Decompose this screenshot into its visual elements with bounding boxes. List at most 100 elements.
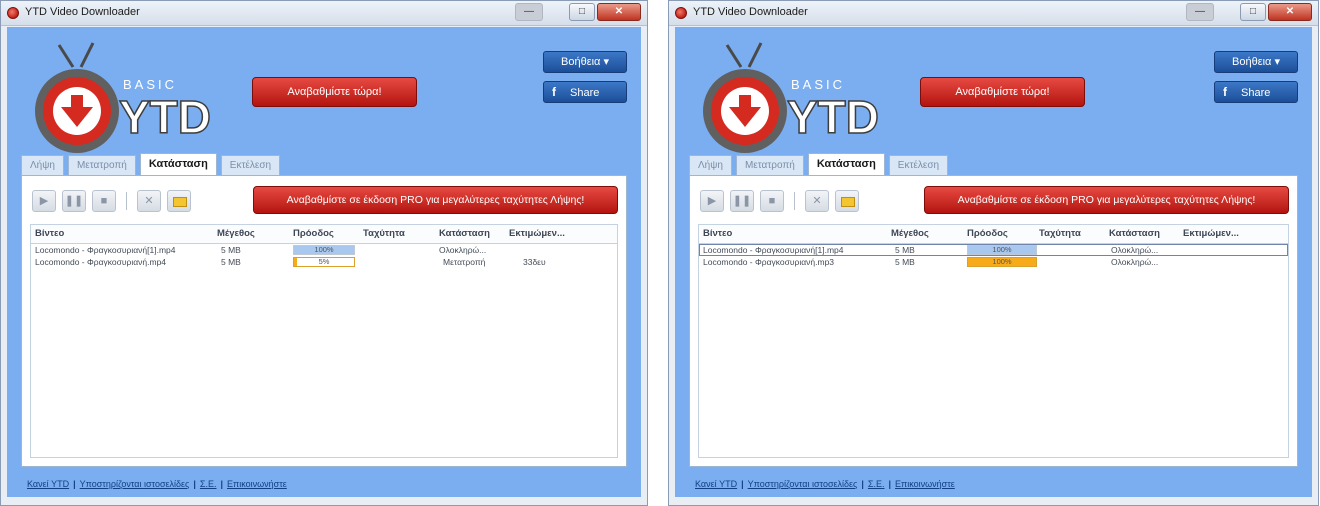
ytd-window-left: YTD Video Downloader — □ ✕ BASIC YTD Ανα… xyxy=(0,0,648,506)
ytd-window-right: YTD Video Downloader — □ ✕ BASIC YTD Ανα… xyxy=(668,0,1319,506)
upgrade-now-button[interactable]: Αναβαθμίστε τώρα! xyxy=(920,77,1085,107)
tab-run[interactable]: Εκτέλεση xyxy=(220,155,281,176)
footer-link-supported-sites[interactable]: Υποστηρίζονται ιστοσελίδες xyxy=(80,479,190,489)
minimize-button[interactable]: — xyxy=(515,3,543,21)
delete-button[interactable]: ✕ xyxy=(137,190,161,212)
pause-button[interactable]: ❚❚ xyxy=(62,190,86,212)
column-speed[interactable]: Ταχύτητα xyxy=(363,228,405,239)
row-status: Ολοκληρώ... xyxy=(439,245,487,255)
svg-text:BASIC: BASIC xyxy=(123,77,177,92)
stop-button[interactable]: ■ xyxy=(760,190,784,212)
column-eta[interactable]: Εκτιμώμεν... xyxy=(509,228,565,239)
downloads-table: Βίντεο Μέγεθος Πρόοδος Ταχύτητα Κατάστασ… xyxy=(698,224,1289,458)
svg-text:YTD: YTD xyxy=(787,91,879,143)
footer-links: Κανεί YTD | Υποστηρίζονται ιστοσελίδες | Σ.Ε… xyxy=(27,479,287,489)
table-row[interactable]: Locomondo - Φραγκοσυριανή.mp3 5 MB 100% … xyxy=(699,256,1288,268)
downloads-table: Βίντεο Μέγεθος Πρόοδος Ταχύτητα Κατάστασ… xyxy=(30,224,618,458)
facebook-icon: f xyxy=(1223,85,1227,99)
footer-link-contact[interactable]: Επικοινωνήστε xyxy=(227,479,287,489)
ytd-logo: BASIC YTD xyxy=(703,42,880,153)
upgrade-now-button[interactable]: Αναβαθμίστε τώρα! xyxy=(252,77,417,107)
svg-text:YTD: YTD xyxy=(119,91,211,143)
app-icon xyxy=(675,7,687,19)
folder-icon[interactable] xyxy=(167,190,191,212)
column-progress[interactable]: Πρόοδος xyxy=(967,228,1008,239)
footer-link-about[interactable]: Κανεί YTD xyxy=(27,479,69,489)
table-header: Βίντεο Μέγεθος Πρόοδος Ταχύτητα Κατάστασ… xyxy=(31,225,617,244)
title-bar[interactable]: YTD Video Downloader — □ ✕ xyxy=(1,1,647,26)
close-button[interactable]: ✕ xyxy=(1268,3,1312,21)
table-row[interactable]: Locomondo - Φραγκοσυριανή[1].mp4 5 MB 10… xyxy=(699,244,1288,256)
toolbar: ▶ ❚❚ ■ ✕ xyxy=(700,188,859,214)
delete-button[interactable]: ✕ xyxy=(805,190,829,212)
row-size: 5 MB xyxy=(895,257,915,267)
play-button[interactable]: ▶ xyxy=(700,190,724,212)
tab-convert[interactable]: Μετατροπή xyxy=(735,155,804,176)
app-icon xyxy=(7,7,19,19)
close-button[interactable]: ✕ xyxy=(597,3,641,21)
table-row[interactable]: Locomondo - Φραγκοσυριανή[1].mp4 5 MB 10… xyxy=(31,244,617,256)
status-panel: ▶ ❚❚ ■ ✕ Αναβαθμίστε σε έκδοση PRO για μ… xyxy=(21,175,627,467)
help-button[interactable]: Βοήθεια ▾ xyxy=(1214,51,1298,73)
row-size: 5 MB xyxy=(221,257,241,267)
tab-download[interactable]: Λήψη xyxy=(689,155,732,176)
column-size[interactable]: Μέγεθος xyxy=(217,228,255,239)
footer-link-faq[interactable]: Σ.Ε. xyxy=(200,479,217,489)
progress-bar: 5% xyxy=(293,257,355,267)
stop-button[interactable]: ■ xyxy=(92,190,116,212)
toolbar-divider xyxy=(126,192,127,210)
pause-button[interactable]: ❚❚ xyxy=(730,190,754,212)
status-panel: ▶ ❚❚ ■ ✕ Αναβαθμίστε σε έκδοση PRO για μ… xyxy=(689,175,1298,467)
row-size: 5 MB xyxy=(221,245,241,255)
tab-bar: Λήψη Μετατροπή Κατάσταση Εκτέλεση xyxy=(689,153,949,176)
progress-bar: 100% xyxy=(967,245,1037,255)
tab-bar: Λήψη Μετατροπή Κατάσταση Εκτέλεση xyxy=(21,153,281,176)
row-video: Locomondo - Φραγκοσυριανή.mp4 xyxy=(35,257,167,267)
row-video: Locomondo - Φραγκοσυριανή[1].mp4 xyxy=(35,245,176,255)
upgrade-pro-button[interactable]: Αναβαθμίστε σε έκδοση PRO για μεγαλύτερε… xyxy=(253,186,618,214)
help-button[interactable]: Βοήθεια ▾ xyxy=(543,51,627,73)
ytd-logo: BASIC YTD xyxy=(35,42,212,153)
maximize-button[interactable]: □ xyxy=(1240,3,1266,21)
folder-icon[interactable] xyxy=(835,190,859,212)
column-speed[interactable]: Ταχύτητα xyxy=(1039,228,1081,239)
column-size[interactable]: Μέγεθος xyxy=(891,228,929,239)
row-eta: 33δευ xyxy=(523,257,546,267)
progress-text: 100% xyxy=(992,245,1012,254)
tab-download[interactable]: Λήψη xyxy=(21,155,64,176)
footer-link-faq[interactable]: Σ.Ε. xyxy=(868,479,885,489)
tab-convert[interactable]: Μετατροπή xyxy=(67,155,136,176)
footer-link-about[interactable]: Κανεί YTD xyxy=(695,479,737,489)
column-progress[interactable]: Πρόοδος xyxy=(293,228,334,239)
column-video[interactable]: Βίντεο xyxy=(35,228,64,239)
footer-link-contact[interactable]: Επικοινωνήστε xyxy=(895,479,955,489)
progress-text: 100% xyxy=(314,245,334,254)
maximize-button[interactable]: □ xyxy=(569,3,595,21)
progress-text: 100% xyxy=(992,257,1012,266)
column-status[interactable]: Κατάσταση xyxy=(1109,228,1160,239)
toolbar: ▶ ❚❚ ■ ✕ xyxy=(32,188,191,214)
facebook-share-button[interactable]: f Share xyxy=(1214,81,1298,103)
svg-text:BASIC: BASIC xyxy=(791,77,845,92)
minimize-button[interactable]: — xyxy=(1186,3,1214,21)
toolbar-divider xyxy=(794,192,795,210)
window-title: YTD Video Downloader xyxy=(693,6,808,18)
column-video[interactable]: Βίντεο xyxy=(703,228,732,239)
table-row[interactable]: Locomondo - Φραγκοσυριανή.mp4 5 MB 5% Με… xyxy=(31,256,617,268)
row-size: 5 MB xyxy=(895,245,915,255)
progress-bar: 100% xyxy=(967,257,1037,267)
tab-status[interactable]: Κατάσταση xyxy=(807,153,885,176)
facebook-share-button[interactable]: f Share xyxy=(543,81,627,103)
window-title: YTD Video Downloader xyxy=(25,6,140,18)
row-status: Ολοκληρώ... xyxy=(1111,257,1159,267)
row-status: Μετατροπή xyxy=(443,257,486,267)
table-header: Βίντεο Μέγεθος Πρόοδος Ταχύτητα Κατάστασ… xyxy=(699,225,1288,244)
play-button[interactable]: ▶ xyxy=(32,190,56,212)
tab-status[interactable]: Κατάσταση xyxy=(139,153,217,176)
title-bar[interactable]: YTD Video Downloader — □ ✕ xyxy=(669,1,1318,26)
column-status[interactable]: Κατάσταση xyxy=(439,228,490,239)
footer-link-supported-sites[interactable]: Υποστηρίζονται ιστοσελίδες xyxy=(748,479,858,489)
column-eta[interactable]: Εκτιμώμεν... xyxy=(1183,228,1239,239)
upgrade-pro-button[interactable]: Αναβαθμίστε σε έκδοση PRO για μεγαλύτερε… xyxy=(924,186,1289,214)
tab-run[interactable]: Εκτέλεση xyxy=(888,155,949,176)
